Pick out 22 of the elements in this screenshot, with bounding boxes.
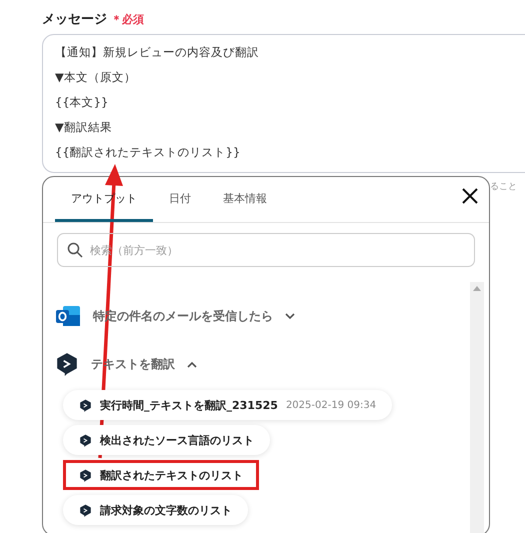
translate-icon — [79, 398, 92, 412]
translate-icon — [79, 468, 92, 482]
chevron-up-icon[interactable] — [187, 360, 197, 368]
field-label: メッセージ — [42, 11, 107, 28]
close-button[interactable] — [461, 187, 479, 205]
translate-icon — [79, 504, 92, 516]
output-item[interactable]: 請求対象の文字数のリスト — [63, 495, 248, 525]
output-item[interactable]: 翻訳されたテキストのリスト — [63, 460, 259, 490]
chevron-down-icon[interactable] — [285, 312, 295, 320]
message-field[interactable]: 【通知】新規レビューの内容及び翻訳 ▼本文（原文） {{本文}} ▼翻訳結果 {{翻訳されたテキストのリスト}} — [42, 34, 525, 173]
timestamp: 2025-02-19 09:34 — [286, 400, 376, 410]
tab[interactable]: 日付 — [153, 177, 207, 222]
output-item[interactable]: 検出されたソース言語のリスト — [63, 425, 270, 455]
search-icon — [67, 242, 83, 258]
translate-icon — [55, 352, 79, 376]
required-label: ＊必須 — [111, 12, 144, 27]
outlook-icon — [55, 303, 81, 329]
translate-icon — [79, 434, 92, 446]
tab[interactable]: 基本情報 — [207, 177, 283, 222]
scrollbar[interactable] — [470, 282, 484, 533]
hint-text: ること — [490, 181, 517, 193]
output-item[interactable]: 実行時間_テキストを翻訳_231525 2025-02-19 09:34 — [63, 390, 392, 420]
